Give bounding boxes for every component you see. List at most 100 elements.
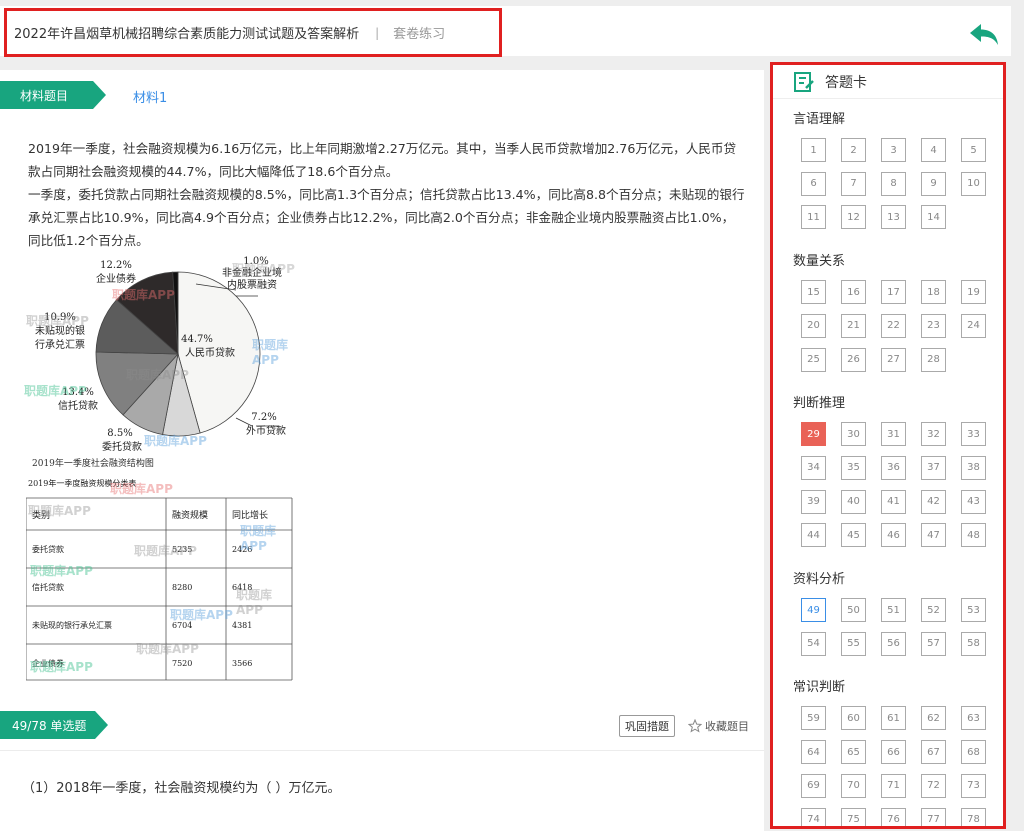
question-number-button[interactable]: 71 [881, 773, 906, 798]
question-number-button[interactable]: 70 [841, 773, 866, 798]
question-number-button[interactable]: 25 [801, 347, 826, 372]
question-number-button[interactable]: 3 [881, 138, 906, 162]
watermark: 职题库APP [112, 288, 175, 302]
question-number-button[interactable]: 24 [961, 313, 986, 338]
slice-label-entrust-name: 委托贷款 [102, 440, 142, 453]
question-number-button[interactable]: 4 [921, 138, 946, 162]
question-number-button[interactable]: 60 [841, 706, 866, 731]
question-number-button[interactable]: 14 [921, 205, 946, 230]
question-number-button[interactable]: 46 [881, 523, 906, 548]
question-number-button[interactable]: 69 [801, 773, 826, 798]
main-panel: 材料题目 材料1 2019年一季度，社会融资规模为6.16万亿元，比上年同期激增… [0, 70, 764, 831]
watermark: 职题库APP [28, 504, 91, 518]
question-number-button[interactable]: 5 [961, 138, 986, 162]
question-number-button[interactable]: 28 [921, 347, 946, 372]
question-number-button[interactable]: 51 [881, 598, 906, 622]
question-number-button[interactable]: 61 [881, 706, 906, 731]
section-title: 常识判断 [793, 680, 846, 696]
favorite-question-button[interactable]: 收藏题目 [688, 715, 749, 737]
question-number-button[interactable]: 37 [921, 455, 946, 480]
question-number-button[interactable]: 2 [841, 138, 866, 162]
question-number-button[interactable]: 21 [841, 313, 866, 338]
question-number-button[interactable]: 54 [801, 631, 826, 656]
slice-label-stock-name-2: 内股票融资 [227, 278, 277, 291]
question-number-button[interactable]: 10 [961, 171, 986, 196]
question-number-button[interactable]: 36 [881, 455, 906, 480]
question-number-button[interactable]: 34 [801, 455, 826, 480]
watermark: 职题库APP [144, 434, 207, 448]
question-number-button[interactable]: 72 [921, 773, 946, 798]
question-number-button[interactable]: 9 [921, 171, 946, 196]
question-number-button[interactable]: 64 [801, 740, 826, 765]
question-number-button[interactable]: 31 [881, 422, 906, 447]
question-number-button[interactable]: 74 [801, 807, 826, 826]
question-number-button[interactable]: 50 [841, 598, 866, 622]
question-number-button[interactable]: 77 [921, 807, 946, 826]
question-number-button[interactable]: 22 [881, 313, 906, 338]
question-number-button[interactable]: 33 [961, 422, 986, 447]
question-number-button[interactable]: 32 [921, 422, 946, 447]
question-number-button[interactable]: 29 [801, 422, 826, 447]
question-number-button[interactable]: 16 [841, 280, 866, 305]
question-number-button[interactable]: 13 [881, 205, 906, 230]
material-link[interactable]: 材料1 [133, 87, 167, 106]
watermark: 职题库APP [240, 524, 277, 553]
question-number-button[interactable]: 39 [801, 489, 826, 514]
watermark: 职题库APP [232, 262, 295, 276]
question-number-button[interactable]: 1 [801, 138, 826, 162]
question-number-button[interactable]: 44 [801, 523, 826, 548]
question-number-button[interactable]: 42 [921, 489, 946, 514]
question-number-button[interactable]: 27 [881, 347, 906, 372]
table-cell: 信托贷款 [32, 582, 64, 592]
question-number-button[interactable]: 12 [841, 205, 866, 230]
question-number-button[interactable]: 40 [841, 489, 866, 514]
question-number-button[interactable]: 66 [881, 740, 906, 765]
question-number-button[interactable]: 7 [841, 171, 866, 196]
section-title: 数量关系 [793, 254, 846, 270]
watermark: 职题库APP [24, 384, 87, 398]
question-number-button[interactable]: 8 [881, 171, 906, 196]
title-separator: | [375, 25, 380, 40]
question-number-button[interactable]: 67 [921, 740, 946, 765]
question-number-button[interactable]: 58 [961, 631, 986, 656]
question-number-button[interactable]: 63 [961, 706, 986, 731]
question-number-button[interactable]: 68 [961, 740, 986, 765]
question-number-button[interactable]: 11 [801, 205, 826, 230]
question-number-button[interactable]: 59 [801, 706, 826, 731]
question-number-button[interactable]: 53 [961, 598, 986, 622]
table-cell: 4381 [232, 621, 252, 630]
question-number-button[interactable]: 26 [841, 347, 866, 372]
question-number-button[interactable]: 78 [961, 807, 986, 826]
question-number-button[interactable]: 48 [961, 523, 986, 548]
slice-label-entrust-pct: 8.5% [107, 428, 132, 439]
question-number-button[interactable]: 49 [801, 598, 826, 622]
question-number-button[interactable]: 56 [881, 631, 906, 656]
question-number-button[interactable]: 20 [801, 313, 826, 338]
question-number-button[interactable]: 41 [881, 489, 906, 514]
question-number-button[interactable]: 43 [961, 489, 986, 514]
question-number-button[interactable]: 65 [841, 740, 866, 765]
question-number-button[interactable]: 55 [841, 631, 866, 656]
question-number-button[interactable]: 45 [841, 523, 866, 548]
question-number-button[interactable]: 15 [801, 280, 826, 305]
question-number-button[interactable]: 57 [921, 631, 946, 656]
question-number-button[interactable]: 19 [961, 280, 986, 305]
question-number-button[interactable]: 17 [881, 280, 906, 305]
question-number-button[interactable]: 6 [801, 171, 826, 196]
question-number-button[interactable]: 47 [921, 523, 946, 548]
question-number-button[interactable]: 76 [881, 807, 906, 826]
question-number-button[interactable]: 30 [841, 422, 866, 447]
question-number-button[interactable]: 62 [921, 706, 946, 731]
question-number-button[interactable]: 35 [841, 455, 866, 480]
consolidate-mistakes-button[interactable]: 巩固措题 [619, 715, 675, 737]
top-bar: 2022年许昌烟草机械招聘综合素质能力测试试题及答案解析 | 套卷练习 [0, 6, 1011, 57]
question-number-button[interactable]: 18 [921, 280, 946, 305]
watermark: 职题库APP [26, 314, 89, 328]
question-number-button[interactable]: 73 [961, 773, 986, 798]
watermark: 职题库APP [134, 544, 197, 558]
question-number-button[interactable]: 38 [961, 455, 986, 480]
question-number-button[interactable]: 75 [841, 807, 866, 826]
back-arrow-icon[interactable] [968, 22, 1000, 48]
question-number-button[interactable]: 23 [921, 313, 946, 338]
question-number-button[interactable]: 52 [921, 598, 946, 622]
